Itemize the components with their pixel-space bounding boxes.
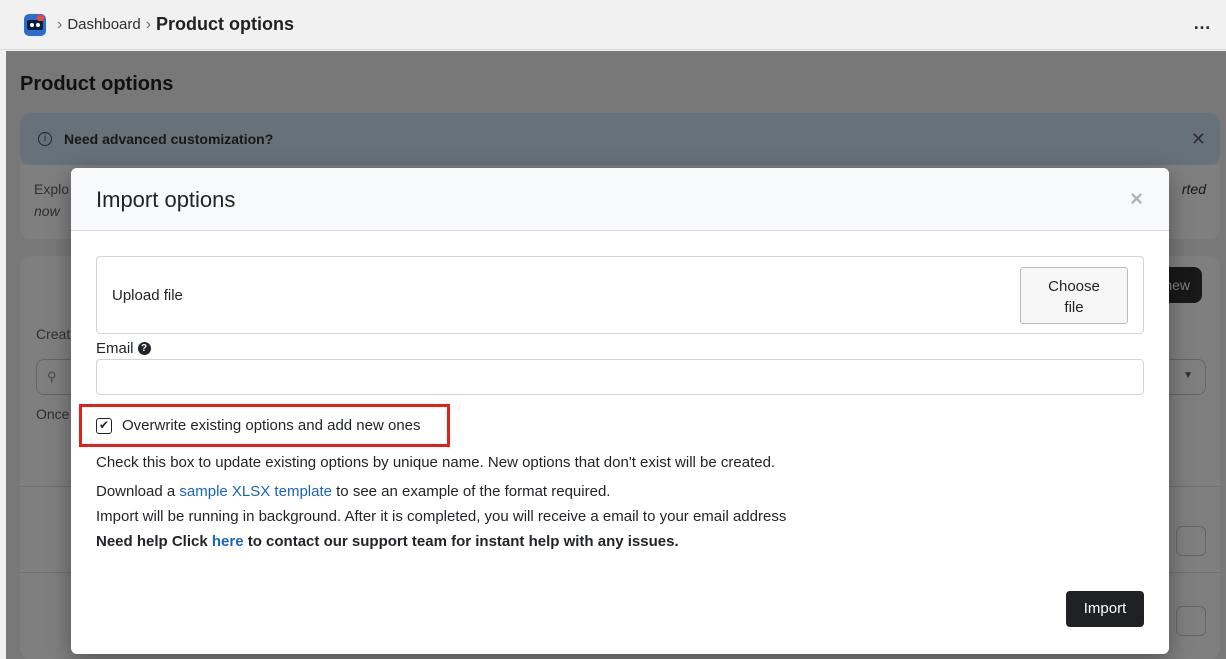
question-circle-icon[interactable]: ? xyxy=(137,342,151,355)
import-button[interactable]: Import xyxy=(1066,591,1144,627)
overwrite-checkbox-label[interactable]: Overwrite existing options and add new o… xyxy=(122,417,421,434)
breadcrumb-separator-icon: › xyxy=(57,15,63,33)
more-actions-icon[interactable]: … xyxy=(1193,13,1212,34)
choose-file-button[interactable]: Choose file xyxy=(1020,267,1128,324)
breadcrumb-dashboard-link[interactable]: Dashboard xyxy=(67,16,140,33)
upload-file-label: Upload file xyxy=(112,287,183,304)
sample-template-link[interactable]: sample XLSX template xyxy=(179,483,332,500)
background-import-note: Import will be running in background. Af… xyxy=(96,508,787,525)
overwrite-checkbox[interactable]: ✔ xyxy=(96,418,112,434)
support-suffix: to contact our support team for instant … xyxy=(243,533,679,550)
overwrite-help-text: Check this box to update existing option… xyxy=(96,454,776,471)
checkmark-icon: ✔ xyxy=(98,418,110,432)
modal-header: Import options × xyxy=(71,168,1169,231)
top-bar: › Dashboard › Product options … xyxy=(0,0,1226,50)
email-field[interactable] xyxy=(96,359,1144,395)
file-upload-field[interactable]: Upload file Choose file xyxy=(96,256,1144,334)
app-logo-icon[interactable] xyxy=(24,13,46,36)
choose-file-label-line2: file xyxy=(1064,299,1084,316)
close-icon[interactable]: × xyxy=(1130,186,1143,212)
breadcrumb-current-page: Product options xyxy=(156,14,295,34)
download-prefix: Download a xyxy=(96,483,180,500)
modal-title: Import options xyxy=(96,187,236,212)
download-template-text: Download a sample XLSX template to see a… xyxy=(96,483,610,500)
email-label-row: Email ? xyxy=(96,340,151,357)
support-text: Need help Click here to contact our supp… xyxy=(96,533,679,550)
email-label: Email xyxy=(96,340,134,357)
choose-file-label-line1: Choose xyxy=(1048,278,1100,295)
breadcrumb-separator-icon: › xyxy=(145,15,152,33)
support-prefix: Need help Click xyxy=(96,533,212,550)
import-options-modal: Import options × Upload file Choose file… xyxy=(71,168,1169,654)
download-suffix: to see an example of the format required… xyxy=(331,483,611,500)
support-here-link[interactable]: here xyxy=(212,533,244,550)
